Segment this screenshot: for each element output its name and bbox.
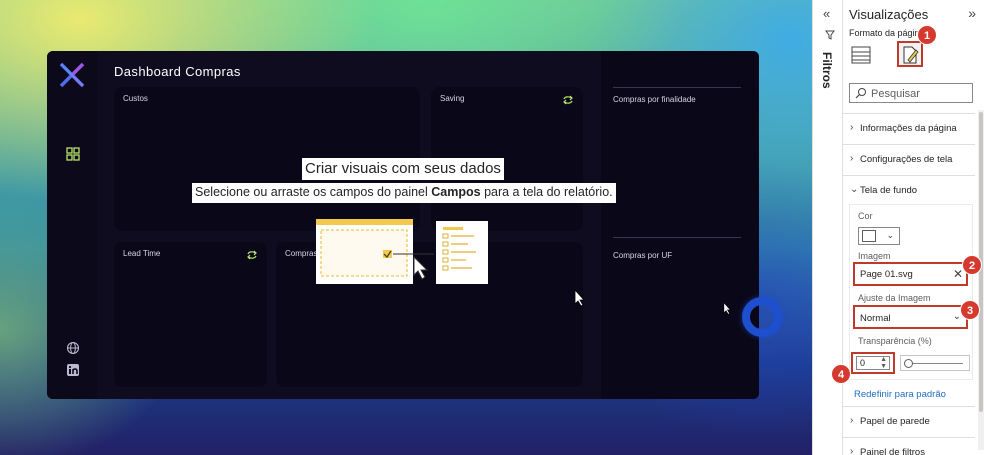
- linkedin-icon[interactable]: [66, 363, 80, 377]
- section-label: Painel de filtros: [860, 447, 925, 455]
- image-field[interactable]: Page 01.svg ✕: [853, 262, 968, 286]
- loading-ring: [742, 297, 782, 337]
- refresh-icon: [563, 95, 573, 105]
- filters-pane[interactable]: « Filtros: [812, 0, 842, 455]
- compras-finalidade-label: Compras por finalidade: [613, 95, 696, 104]
- report-canvas[interactable]: Dashboard Compras Custos Saving Lead Tim…: [0, 0, 812, 455]
- chevron-down-icon: ⌄: [886, 230, 894, 240]
- fields-illustration: [316, 219, 488, 284]
- filter-icon: [825, 30, 835, 40]
- transparency-slider[interactable]: [900, 355, 970, 371]
- visualizations-pane: Visualizações » Formato da págin Pesquis…: [842, 0, 984, 455]
- chevron-right-icon: ›: [850, 446, 854, 455]
- step-badge: 2: [962, 255, 982, 275]
- transparency-value: 0: [860, 358, 866, 368]
- color-picker[interactable]: ⌄: [858, 227, 900, 245]
- pane-title: Visualizações: [849, 7, 929, 22]
- refresh-icon: [247, 250, 257, 260]
- build-visual-icon[interactable]: [851, 44, 871, 66]
- section-wallpaper[interactable]: › Papel de parede: [843, 406, 975, 436]
- empty-state-subtitle: Selecione ou arraste os campos do painel…: [192, 183, 616, 203]
- globe-icon[interactable]: [66, 341, 80, 355]
- compras-uf-label: Compras por UF: [613, 251, 673, 260]
- empty-state-title: Criar visuais com seus dados: [302, 158, 504, 180]
- chevron-right-icon: ›: [850, 122, 854, 133]
- transparency-label: Transparência (%): [858, 336, 932, 346]
- search-input[interactable]: Pesquisar: [849, 83, 973, 103]
- format-page-tab[interactable]: [897, 41, 923, 67]
- card-label: Lead Time: [123, 249, 161, 258]
- right-column: Compras por finalidade Compras por UF: [601, 51, 759, 399]
- filters-label[interactable]: Filtros: [820, 52, 834, 89]
- card-label: Saving: [440, 94, 465, 103]
- color-label: Cor: [858, 211, 873, 221]
- mouse-cursor-icon: [574, 289, 585, 307]
- search-placeholder: Pesquisar: [871, 88, 920, 100]
- image-fit-dropdown[interactable]: Normal ⌄: [853, 305, 968, 329]
- close-icon[interactable]: ✕: [953, 267, 963, 281]
- chevron-right-icon: ›: [850, 415, 854, 426]
- slider-track: [909, 363, 963, 364]
- step-badge: 1: [917, 25, 937, 45]
- slider-handle[interactable]: [904, 359, 913, 368]
- dashboard-title: Dashboard Compras: [114, 64, 241, 79]
- divider: [613, 237, 741, 238]
- step-badge: 4: [831, 364, 851, 384]
- reset-to-default-link[interactable]: Redefinir para padrão: [854, 389, 946, 400]
- image-fit-label: Ajuste da Imagem: [858, 293, 931, 303]
- empty-state-text: Selecione ou arraste os campos do painel: [195, 185, 432, 199]
- card-label: Custos: [123, 94, 148, 103]
- logo-icon: [59, 62, 85, 88]
- search-icon: [855, 88, 866, 99]
- empty-state-text: para a tela do relatório.: [480, 185, 613, 199]
- section-label: Papel de parede: [860, 416, 930, 427]
- collapse-pane-icon[interactable]: »: [968, 5, 976, 21]
- section-label: Informações da página: [860, 123, 957, 134]
- section-label: Tela de fundo: [860, 185, 918, 196]
- empty-state-bold: Campos: [431, 185, 481, 199]
- card-lead-time[interactable]: Lead Time: [114, 242, 267, 387]
- chevron-down-icon: ⌄: [850, 184, 859, 195]
- pane-subtitle: Formato da págin: [849, 28, 920, 38]
- canvas-background-card: Cor ⌄ Imagem Page 01.svg ✕ Ajuste da Ima…: [849, 204, 973, 380]
- card-label: Compras: [285, 249, 318, 258]
- color-swatch: [862, 230, 876, 242]
- mouse-cursor-icon: [723, 302, 732, 315]
- side-rail: [47, 51, 97, 399]
- image-filename: Page 01.svg: [860, 269, 913, 280]
- section-label: Configurações de tela: [860, 154, 953, 165]
- divider: [613, 87, 741, 88]
- step-badge: 3: [960, 300, 980, 320]
- transparency-input[interactable]: 0 ▲ ▼: [851, 352, 895, 374]
- section-canvas-settings[interactable]: › Configurações de tela: [843, 144, 975, 174]
- section-canvas-background[interactable]: ⌄ Tela de fundo: [843, 175, 975, 205]
- expand-filters-icon[interactable]: «: [823, 6, 830, 21]
- transparency-box[interactable]: 0 ▲ ▼: [856, 356, 890, 370]
- section-page-info[interactable]: › Informações da página: [843, 113, 975, 143]
- image-label: Imagem: [858, 251, 891, 261]
- scrollbar[interactable]: [978, 110, 984, 450]
- section-filter-pane[interactable]: › Painel de filtros: [843, 437, 975, 455]
- grid-icon[interactable]: [66, 147, 80, 161]
- chevron-right-icon: ›: [850, 153, 854, 164]
- image-fit-value: Normal: [860, 313, 891, 324]
- spinner-icon[interactable]: ▲ ▼: [880, 356, 887, 370]
- format-paintbrush-icon: [903, 46, 919, 64]
